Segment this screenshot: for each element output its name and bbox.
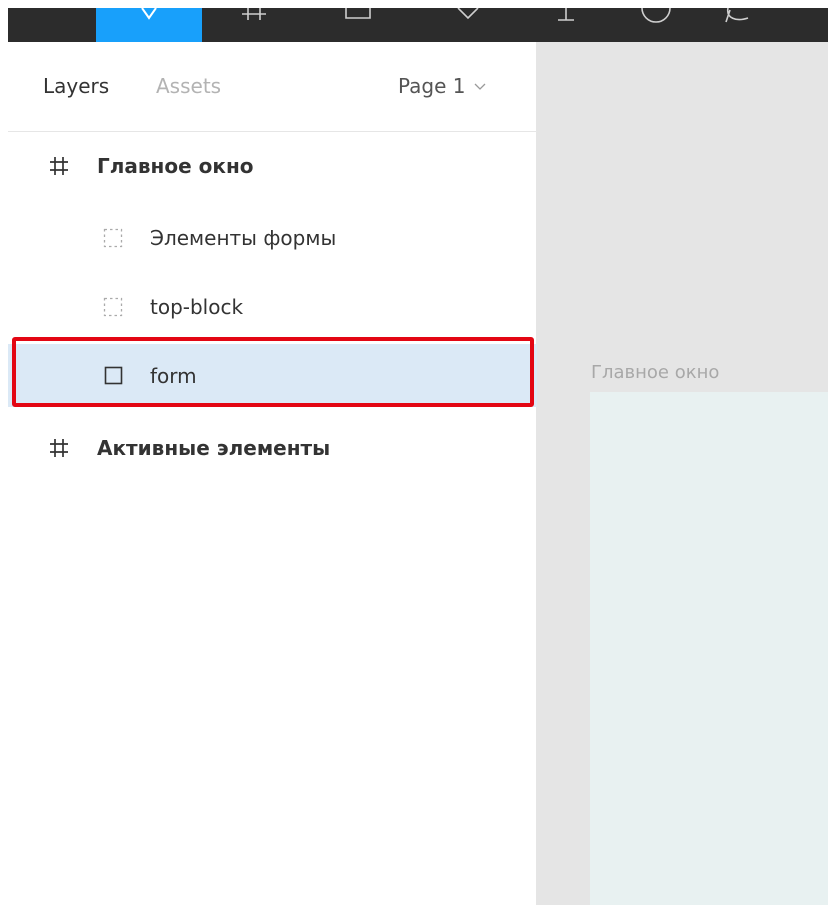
frame-hash-icon — [48, 155, 70, 177]
frame-hash-icon — [48, 437, 70, 459]
text-tool-button[interactable] — [546, 8, 586, 42]
move-tool-button[interactable] — [96, 7, 202, 42]
layer-name: Активные элементы — [97, 436, 331, 460]
toolbar — [8, 7, 828, 42]
group-icon — [102, 296, 124, 318]
group-icon — [102, 227, 124, 249]
tab-assets[interactable]: Assets — [156, 74, 221, 98]
ellipse-icon — [641, 8, 671, 23]
pen-tool-button[interactable] — [448, 8, 488, 42]
frame-main-window[interactable] — [590, 392, 828, 905]
layer-row-active-elements[interactable]: Активные элементы — [8, 418, 537, 478]
ellipse-tool-button[interactable] — [636, 8, 676, 42]
layer-name: form — [150, 363, 197, 388]
chevron-down-icon — [474, 83, 485, 90]
comment-icon — [725, 8, 749, 23]
page-selector-label: Page 1 — [398, 74, 466, 98]
layer-name: top-block — [150, 295, 244, 319]
frame-label[interactable]: Главное окно — [591, 362, 719, 383]
rectangle-icon — [104, 366, 124, 386]
comment-tool-button[interactable] — [718, 8, 758, 42]
layer-row-form[interactable]: form — [8, 344, 537, 407]
tab-layers[interactable]: Layers — [43, 74, 109, 98]
layer-row-form-elements[interactable]: Элементы формы — [8, 208, 537, 268]
layers-panel: Layers Assets Page 1 Главное окно Элемен… — [8, 42, 537, 905]
layer-name: Главное окно — [97, 154, 254, 178]
panel-header: Layers Assets Page 1 — [8, 42, 537, 132]
frame-tool-button[interactable] — [236, 8, 276, 42]
layer-name: Элементы формы — [150, 226, 337, 250]
layer-row-top-block[interactable]: top-block — [8, 277, 537, 337]
pen-icon — [457, 8, 479, 20]
move-icon — [141, 7, 157, 20]
frame-icon — [242, 8, 266, 20]
rectangle-tool-button[interactable] — [338, 8, 378, 42]
layer-row-main-window[interactable]: Главное окно — [8, 136, 537, 196]
page-selector[interactable]: Page 1 — [398, 74, 486, 98]
rectangle-icon — [345, 8, 371, 19]
text-icon — [558, 8, 574, 21]
